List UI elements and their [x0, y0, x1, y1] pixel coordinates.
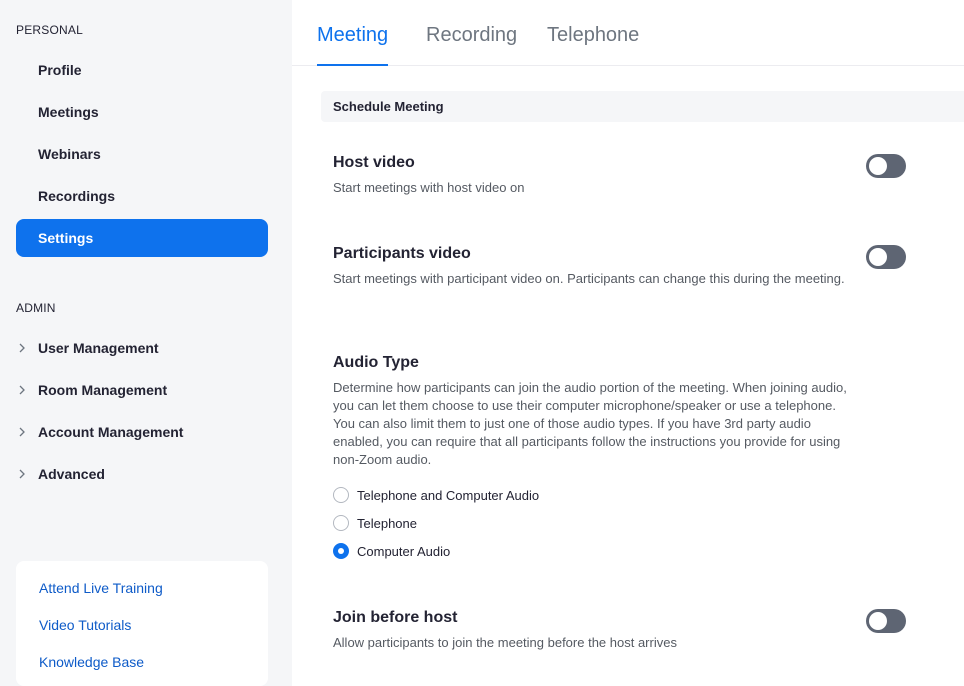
attend-live-training-link[interactable]: Attend Live Training	[39, 580, 163, 596]
participants-video-toggle[interactable]	[866, 245, 906, 269]
chevron-right-icon	[16, 427, 38, 437]
chevron-right-icon	[16, 469, 38, 479]
admin-section-title: ADMIN	[16, 301, 56, 315]
toggle-knob	[869, 248, 887, 266]
audio-type-title: Audio Type	[333, 354, 419, 371]
audio-option-computer-audio[interactable]: Computer Audio	[333, 542, 450, 560]
join-before-host-toggle[interactable]	[866, 609, 906, 633]
schedule-meeting-header: Schedule Meeting	[321, 91, 964, 122]
radio-label: Telephone	[357, 515, 417, 531]
sidebar-item-label: Account Management	[38, 424, 184, 440]
knowledge-base-link[interactable]: Knowledge Base	[39, 654, 144, 670]
audio-option-telephone[interactable]: Telephone	[333, 514, 417, 532]
sidebar-item-label: Advanced	[38, 466, 105, 482]
host-video-title: Host video	[333, 154, 415, 171]
tab-recording[interactable]: Recording	[426, 24, 517, 66]
settings-main: Meeting Recording Telephone Schedule Mee…	[292, 0, 964, 686]
sidebar-item-profile[interactable]: Profile	[16, 51, 268, 89]
chevron-right-icon	[16, 343, 38, 353]
join-before-host-title: Join before host	[333, 609, 458, 626]
audio-option-telephone-and-computer[interactable]: Telephone and Computer Audio	[333, 486, 539, 504]
sidebar-item-room-management[interactable]: Room Management	[16, 371, 268, 409]
sidebar-item-label: User Management	[38, 340, 159, 356]
sidebar-item-advanced[interactable]: Advanced	[16, 455, 268, 493]
chevron-right-icon	[16, 385, 38, 395]
tab-meeting[interactable]: Meeting	[317, 24, 389, 66]
sidebar-item-webinars[interactable]: Webinars	[16, 135, 268, 173]
radio-label: Telephone and Computer Audio	[357, 487, 540, 503]
sidebar-item-user-management[interactable]: User Management	[16, 329, 268, 367]
radio-button[interactable]	[333, 515, 349, 531]
help-links-panel: Attend Live Training Video Tutorials Kno…	[16, 561, 268, 686]
participants-video-title: Participants video	[333, 245, 471, 262]
toggle-knob	[869, 612, 887, 630]
sidebar-item-recordings[interactable]: Recordings	[16, 177, 268, 215]
host-video-toggle[interactable]	[866, 154, 906, 178]
join-before-host-desc: Allow participants to join the meeting b…	[333, 635, 677, 650]
audio-type-desc: Determine how participants can join the …	[333, 380, 847, 467]
radio-button-selected[interactable]	[333, 543, 349, 559]
sidebar-item-meetings[interactable]: Meetings	[16, 93, 268, 131]
sidebar-item-settings[interactable]: Settings	[16, 219, 268, 257]
tab-telephone[interactable]: Telephone	[547, 24, 639, 66]
sidebar-item-label: Room Management	[38, 382, 168, 398]
radio-button[interactable]	[333, 487, 349, 503]
sidebar-item-account-management[interactable]: Account Management	[16, 413, 268, 451]
host-video-desc: Start meetings with host video on	[333, 180, 525, 195]
radio-label: Computer Audio	[357, 543, 451, 559]
personal-section-title: PERSONAL	[16, 23, 83, 37]
toggle-knob	[869, 157, 887, 175]
video-tutorials-link[interactable]: Video Tutorials	[39, 617, 131, 633]
settings-tabs: Meeting Recording Telephone	[292, 0, 964, 66]
sidebar: PERSONAL Profile Meetings Webinars Recor…	[0, 0, 292, 686]
participants-video-desc: Start meetings with participant video on…	[333, 271, 845, 286]
